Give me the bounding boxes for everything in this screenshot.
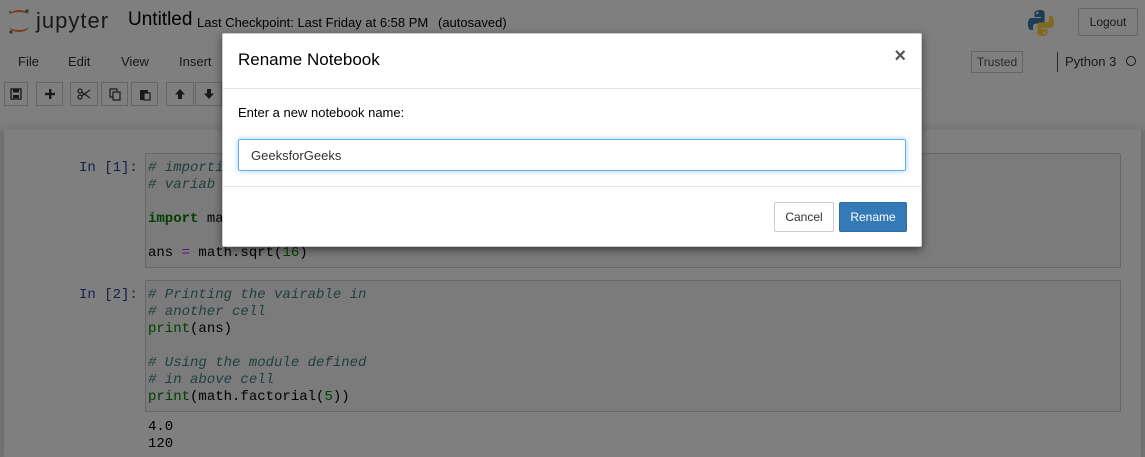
rename-notebook-dialog: Rename Notebook × Enter a new notebook n…	[222, 33, 922, 247]
rename-button[interactable]: Rename	[839, 202, 907, 232]
jupyter-app: jupyter Untitled Last Checkpoint: Last F…	[0, 0, 1145, 457]
modal-header: Rename Notebook ×	[223, 34, 921, 89]
cancel-button[interactable]: Cancel	[774, 202, 834, 232]
modal-footer-divider	[223, 186, 921, 187]
modal-title: Rename Notebook	[238, 50, 380, 69]
notebook-name-label: Enter a new notebook name:	[238, 105, 405, 120]
close-icon[interactable]: ×	[894, 46, 906, 66]
notebook-name-input[interactable]	[238, 139, 906, 171]
